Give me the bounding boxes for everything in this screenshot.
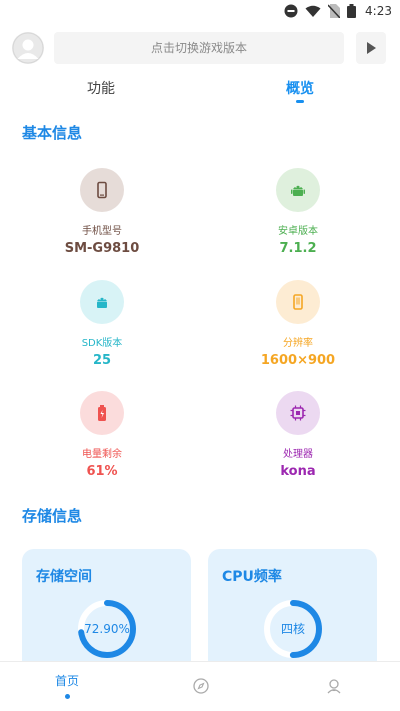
info-value: kona <box>280 464 316 479</box>
info-value: 25 <box>92 353 112 368</box>
battery-icon-circle <box>80 391 124 435</box>
user-icon <box>327 679 341 694</box>
storage-card-title: 存储空间 <box>36 569 92 585</box>
info-label: 处理器 <box>283 449 313 460</box>
storage-space-card[interactable]: 存储空间 72.90% <box>22 549 191 679</box>
cpu-card-title: CPU频率 <box>222 569 282 585</box>
user-avatar-icon <box>12 32 44 64</box>
phone-icon-circle <box>80 168 124 212</box>
top-bar: 点击切换游戏版本 <box>0 30 400 64</box>
info-value: 1600×900 <box>260 353 336 368</box>
info-value: 61% <box>86 464 118 479</box>
play-icon <box>367 42 376 54</box>
section-title-storage-info: 存储信息 <box>22 507 83 525</box>
info-label: 电量剩余 <box>82 449 122 460</box>
sdk-android-icon <box>97 297 107 308</box>
nav-home-label: 首页 <box>54 674 79 688</box>
info-label: SDK版本 <box>81 338 123 349</box>
nav-active-dot <box>64 694 70 699</box>
info-item-sdk-version: SDK版本 25 <box>22 280 182 368</box>
no-sim-icon <box>328 4 341 18</box>
info-value: 7.1.2 <box>279 241 317 256</box>
compass-icon <box>193 678 209 694</box>
cpu-frequency-card[interactable]: CPU频率 四核 <box>208 549 377 679</box>
wifi-icon <box>305 5 321 17</box>
nav-profile[interactable] <box>314 678 354 698</box>
status-bar: 4:23 <box>0 0 400 24</box>
resolution-icon <box>293 294 303 310</box>
nav-home[interactable]: 首页 <box>47 672 87 699</box>
storage-ring: 72.90% <box>77 599 137 659</box>
info-item-phone-model: 手机型号 SM-G9810 <box>22 168 182 256</box>
info-item-android-version: 安卓版本 7.1.2 <box>218 168 378 256</box>
game-version-search[interactable]: 点击切换游戏版本 <box>54 32 344 64</box>
info-label: 手机型号 <box>82 226 122 237</box>
bottom-nav: 首页 <box>0 661 400 711</box>
info-item-battery: 电量剩余 61% <box>22 391 182 479</box>
cpu-cores: 四核 <box>280 622 305 636</box>
cpu-icon <box>290 405 306 421</box>
tab-active-indicator <box>296 100 304 103</box>
battery-status-icon <box>347 4 357 18</box>
nav-discover[interactable] <box>181 678 221 698</box>
cpu-ring: 四核 <box>263 599 323 659</box>
avatar[interactable] <box>12 32 44 64</box>
resolution-icon-circle <box>276 280 320 324</box>
info-label: 分辨率 <box>283 338 313 349</box>
tab-overview[interactable]: 概览 <box>286 78 314 98</box>
section-title-basic-info: 基本信息 <box>22 124 83 142</box>
storage-percent: 72.90% <box>84 622 130 636</box>
info-item-resolution: 分辨率 1600×900 <box>218 280 378 368</box>
cpu-icon-circle <box>276 391 320 435</box>
search-placeholder: 点击切换游戏版本 <box>150 41 247 55</box>
tab-functions[interactable]: 功能 <box>87 78 115 98</box>
sdk-icon-circle <box>80 280 124 324</box>
info-value: SM-G9810 <box>64 241 140 256</box>
info-label: 安卓版本 <box>278 226 318 237</box>
android-icon-circle <box>276 168 320 212</box>
dnd-icon <box>284 4 298 18</box>
phone-icon <box>97 181 107 199</box>
tab-bar: 功能 概览 <box>0 78 400 108</box>
info-item-processor: 处理器 kona <box>218 391 378 479</box>
battery-icon <box>98 405 106 421</box>
status-time: 4:23 <box>365 4 392 18</box>
play-button[interactable] <box>356 32 386 64</box>
android-icon <box>291 185 305 196</box>
